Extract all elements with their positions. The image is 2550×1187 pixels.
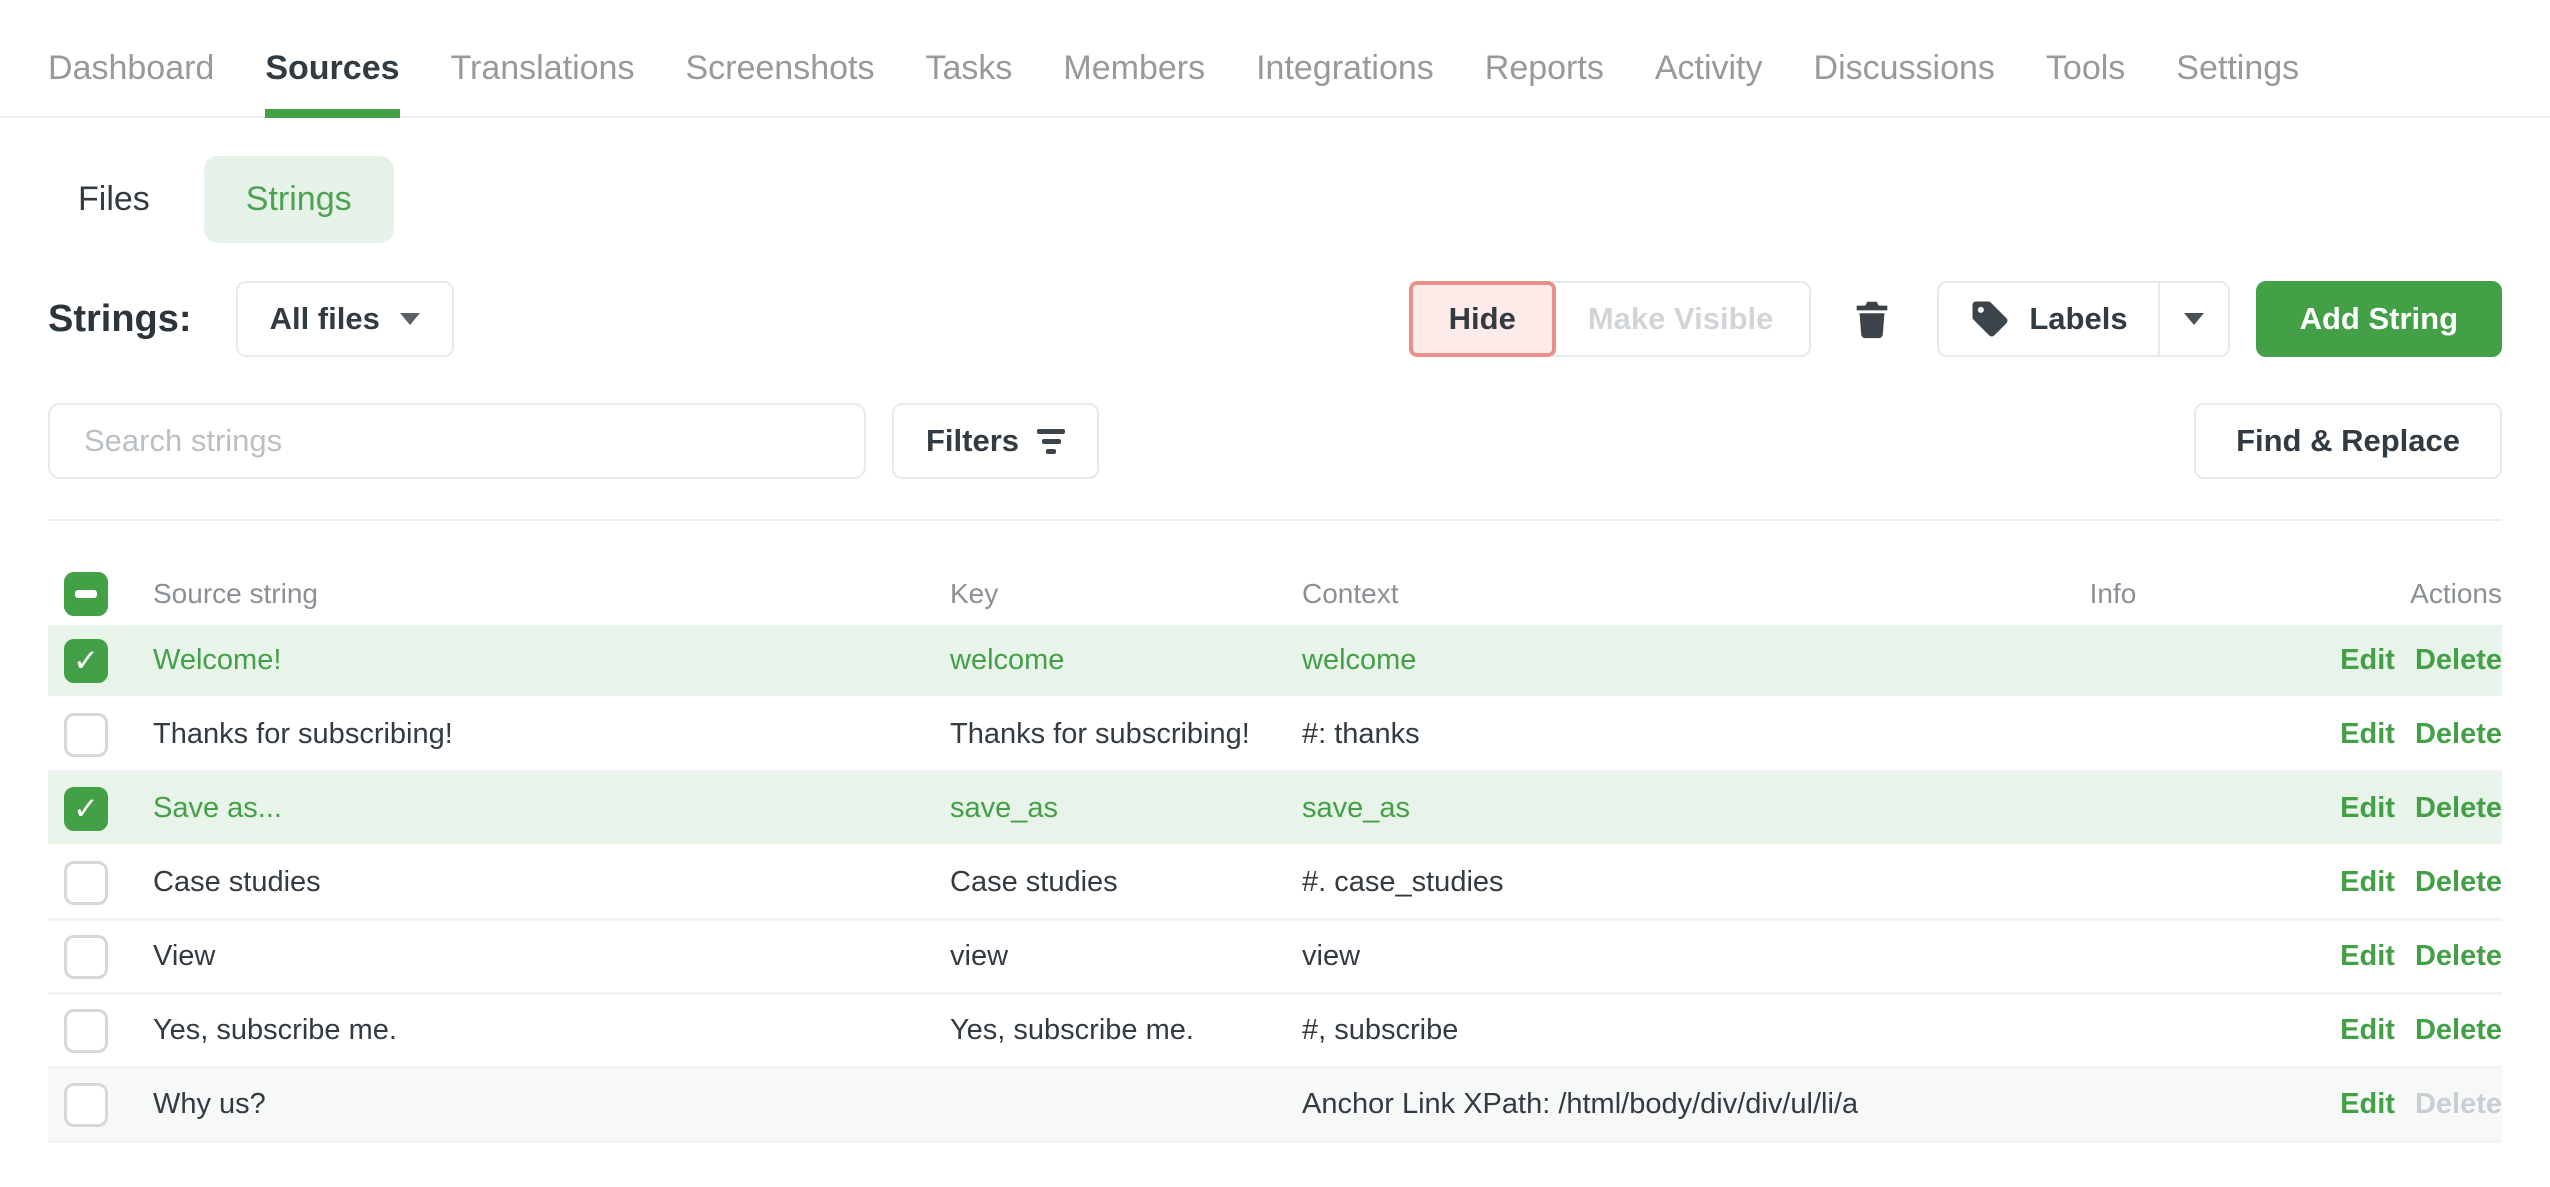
delete-link[interactable]: Delete xyxy=(2415,1014,2502,1047)
nav-tab-settings[interactable]: Settings xyxy=(2176,49,2299,116)
file-filter-value: All files xyxy=(270,301,380,337)
key-cell: Case studies xyxy=(950,866,1302,899)
select-all-checkbox[interactable] xyxy=(64,572,108,616)
row-checkbox[interactable] xyxy=(64,861,108,905)
nav-tab-tasks[interactable]: Tasks xyxy=(925,49,1012,116)
tag-icon xyxy=(1969,298,2011,340)
edit-link[interactable]: Edit xyxy=(2340,866,2395,899)
context-cell: view xyxy=(1302,940,1948,973)
source-string-cell: Why us? xyxy=(153,1088,950,1121)
delete-link[interactable]: Delete xyxy=(2415,718,2502,751)
delete-link: Delete xyxy=(2415,1088,2502,1121)
project-page: Dashboard Sources Translations Screensho… xyxy=(0,0,2550,1187)
context-cell: Anchor Link XPath: /html/body/div/div/ul… xyxy=(1302,1088,1948,1121)
edit-link[interactable]: Edit xyxy=(2340,1088,2395,1121)
table-row: View view view Edit Delete xyxy=(48,921,2502,995)
page-title: Strings: xyxy=(48,298,192,341)
project-nav: Dashboard Sources Translations Screensho… xyxy=(0,0,2550,118)
row-checkbox[interactable] xyxy=(64,639,108,683)
strings-table: Source string Key Context Info Actions W… xyxy=(48,563,2502,1143)
sources-subtabs: Files Strings xyxy=(48,156,2502,243)
hide-button[interactable]: Hide xyxy=(1409,281,1556,357)
subtab-strings[interactable]: Strings xyxy=(204,156,394,243)
source-string-cell: Save as... xyxy=(153,792,950,825)
chevron-down-icon xyxy=(2184,313,2204,325)
edit-link[interactable]: Edit xyxy=(2340,1014,2395,1047)
trash-icon xyxy=(1849,294,1895,344)
nav-tab-activity[interactable]: Activity xyxy=(1655,49,1763,116)
source-string-cell: Case studies xyxy=(153,866,950,899)
divider xyxy=(48,519,2502,521)
col-header-context: Context xyxy=(1302,578,1948,610)
key-cell: Thanks for subscribing! xyxy=(950,718,1302,751)
table-row: Welcome! welcome welcome Edit Delete xyxy=(48,625,2502,699)
strings-toolbar: Strings: All files Hide Make Visible xyxy=(48,281,2502,357)
delete-link[interactable]: Delete xyxy=(2415,792,2502,825)
nav-tab-reports[interactable]: Reports xyxy=(1485,49,1604,116)
delete-link[interactable]: Delete xyxy=(2415,866,2502,899)
search-strings-input[interactable] xyxy=(48,403,866,479)
key-cell: view xyxy=(950,940,1302,973)
row-checkbox[interactable] xyxy=(64,787,108,831)
edit-link[interactable]: Edit xyxy=(2340,644,2395,677)
col-header-actions: Actions xyxy=(2298,578,2502,610)
row-checkbox[interactable] xyxy=(64,713,108,757)
delete-link[interactable]: Delete xyxy=(2415,644,2502,677)
table-row: Save as... save_as save_as Edit Delete xyxy=(48,773,2502,847)
find-replace-button[interactable]: Find & Replace xyxy=(2194,403,2502,479)
table-row: Yes, subscribe me. Yes, subscribe me. #,… xyxy=(48,995,2502,1069)
table-header-row: Source string Key Context Info Actions xyxy=(48,563,2502,625)
context-cell: welcome xyxy=(1302,644,1948,677)
nav-tab-screenshots[interactable]: Screenshots xyxy=(685,49,874,116)
nav-tab-sources[interactable]: Sources xyxy=(265,49,399,116)
labels-dropdown-toggle[interactable] xyxy=(2158,283,2228,355)
labels-button-group: Labels xyxy=(1937,281,2229,357)
source-string-cell: View xyxy=(153,940,950,973)
delete-link[interactable]: Delete xyxy=(2415,940,2502,973)
labels-button-label: Labels xyxy=(2029,301,2127,337)
visibility-toggle: Hide Make Visible xyxy=(1409,281,1812,357)
key-cell: save_as xyxy=(950,792,1302,825)
table-row: Case studies Case studies #. case_studie… xyxy=(48,847,2502,921)
source-string-cell: Welcome! xyxy=(153,644,950,677)
key-cell: welcome xyxy=(950,644,1302,677)
nav-tab-discussions[interactable]: Discussions xyxy=(1814,49,1995,116)
col-header-source: Source string xyxy=(153,578,950,610)
filters-button-label: Filters xyxy=(926,423,1019,459)
source-string-cell: Yes, subscribe me. xyxy=(153,1014,950,1047)
context-cell: #, subscribe xyxy=(1302,1014,1948,1047)
context-cell: #. case_studies xyxy=(1302,866,1948,899)
delete-strings-button[interactable] xyxy=(1849,294,1895,344)
toolbar-actions: Hide Make Visible xyxy=(1409,281,2502,357)
col-header-key: Key xyxy=(950,578,1302,610)
add-string-button[interactable]: Add String xyxy=(2256,281,2502,357)
nav-tab-integrations[interactable]: Integrations xyxy=(1256,49,1434,116)
nav-tab-dashboard[interactable]: Dashboard xyxy=(48,49,214,116)
nav-tab-translations[interactable]: Translations xyxy=(451,49,635,116)
table-row: Why us? Anchor Link XPath: /html/body/di… xyxy=(48,1069,2502,1143)
filter-icon xyxy=(1037,429,1065,454)
edit-link[interactable]: Edit xyxy=(2340,792,2395,825)
key-cell: Yes, subscribe me. xyxy=(950,1014,1302,1047)
filters-button[interactable]: Filters xyxy=(892,403,1099,479)
source-string-cell: Thanks for subscribing! xyxy=(153,718,950,751)
col-header-info: Info xyxy=(1948,578,2298,610)
table-row: Thanks for subscribing! Thanks for subsc… xyxy=(48,699,2502,773)
make-visible-button: Make Visible xyxy=(1552,281,1812,357)
row-checkbox[interactable] xyxy=(64,935,108,979)
labels-button[interactable]: Labels xyxy=(1939,283,2157,355)
nav-tab-tools[interactable]: Tools xyxy=(2046,49,2125,116)
edit-link[interactable]: Edit xyxy=(2340,718,2395,751)
row-checkbox[interactable] xyxy=(64,1083,108,1127)
subtab-files[interactable]: Files xyxy=(78,180,150,219)
context-cell: #: thanks xyxy=(1302,718,1948,751)
chevron-down-icon xyxy=(400,313,420,325)
context-cell: save_as xyxy=(1302,792,1948,825)
row-checkbox[interactable] xyxy=(64,1009,108,1053)
nav-tab-members[interactable]: Members xyxy=(1063,49,1205,116)
file-filter-dropdown[interactable]: All files xyxy=(236,281,454,357)
search-row: Filters Find & Replace xyxy=(48,403,2502,479)
edit-link[interactable]: Edit xyxy=(2340,940,2395,973)
